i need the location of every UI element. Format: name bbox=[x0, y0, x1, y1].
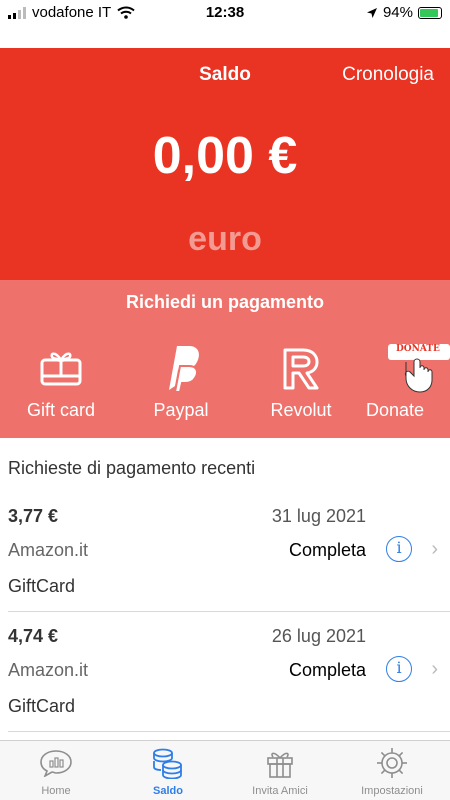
battery-percentage: 94% bbox=[382, 4, 413, 21]
txn-amount: 4,74 € bbox=[8, 626, 59, 646]
txn-merchant: Amazon.it bbox=[8, 540, 89, 560]
battery-fill bbox=[420, 8, 438, 17]
list-item[interactable]: 3,77 € 31 lug 2021 Amazon.it Completa i … bbox=[0, 496, 450, 614]
paypal-icon bbox=[169, 346, 199, 393]
coins-icon bbox=[153, 748, 182, 779]
recent-requests-title: Richieste di pagamento recenti bbox=[8, 458, 256, 478]
tab-bar: Home Saldo Invita Amici Impostazioni bbox=[0, 740, 450, 800]
status-bar: vodafone IT 12:38 94% bbox=[0, 0, 450, 48]
txn-amount: 3,77 € bbox=[8, 506, 59, 526]
request-payment-title: Richiedi un pagamento bbox=[125, 292, 325, 312]
donate-option[interactable]: DONATE Donate bbox=[366, 342, 450, 421]
battery-icon bbox=[418, 6, 442, 19]
txn-type: GiftCard bbox=[8, 576, 76, 596]
paypal-option[interactable]: Paypal bbox=[126, 342, 236, 421]
tab-saldo[interactable]: Saldo bbox=[112, 747, 224, 797]
txn-date: 26 lug 2021 bbox=[271, 626, 366, 646]
donate-label: Donate bbox=[366, 400, 425, 420]
txn-status: Completa bbox=[288, 540, 366, 560]
donate-badge-text: DONATE bbox=[396, 344, 440, 354]
tab-home-label: Home bbox=[41, 785, 71, 797]
chat-chart-icon bbox=[40, 750, 72, 777]
revolut-label: Revolut bbox=[270, 400, 332, 420]
list-item[interactable]: 4,74 € 26 lug 2021 Amazon.it Completa i … bbox=[0, 616, 450, 734]
tab-saldo-label: Saldo bbox=[153, 785, 183, 797]
divider bbox=[8, 731, 450, 732]
gear-icon bbox=[377, 748, 407, 778]
divider bbox=[8, 611, 450, 612]
chevron-right-icon: › bbox=[431, 538, 438, 560]
paypal-label: Paypal bbox=[153, 400, 209, 420]
request-payment-panel: Richiedi un pagamento Gift card Paypal R… bbox=[0, 280, 450, 438]
info-icon[interactable]: i bbox=[386, 656, 412, 682]
revolut-option[interactable]: Revolut bbox=[246, 342, 356, 421]
revolut-icon bbox=[283, 348, 319, 390]
txn-merchant: Amazon.it bbox=[8, 660, 89, 680]
chevron-right-icon: › bbox=[431, 658, 438, 680]
tab-settings[interactable]: Impostazioni bbox=[336, 747, 448, 797]
gift-icon bbox=[267, 752, 293, 778]
history-link[interactable]: Cronologia bbox=[342, 64, 434, 86]
balance-amount: 0,00 € bbox=[152, 127, 298, 185]
tab-invite-friends-label: Invita Amici bbox=[252, 785, 308, 797]
status-right: 94% bbox=[366, 4, 442, 21]
tab-settings-label: Impostazioni bbox=[361, 785, 423, 797]
balance-header: Saldo Cronologia 0,00 € euro bbox=[0, 48, 450, 280]
txn-status: Completa bbox=[288, 660, 366, 680]
txn-type: GiftCard bbox=[8, 696, 76, 716]
tab-invite-friends[interactable]: Invita Amici bbox=[224, 747, 336, 797]
gift-card-option[interactable]: Gift card bbox=[6, 342, 116, 421]
location-arrow-icon bbox=[366, 7, 377, 18]
tab-home[interactable]: Home bbox=[0, 747, 112, 797]
txn-date: 31 lug 2021 bbox=[271, 506, 366, 526]
currency-label: euro bbox=[188, 220, 262, 258]
gift-card-icon bbox=[40, 352, 82, 386]
gift-card-label: Gift card bbox=[26, 400, 96, 420]
info-icon[interactable]: i bbox=[386, 536, 412, 562]
